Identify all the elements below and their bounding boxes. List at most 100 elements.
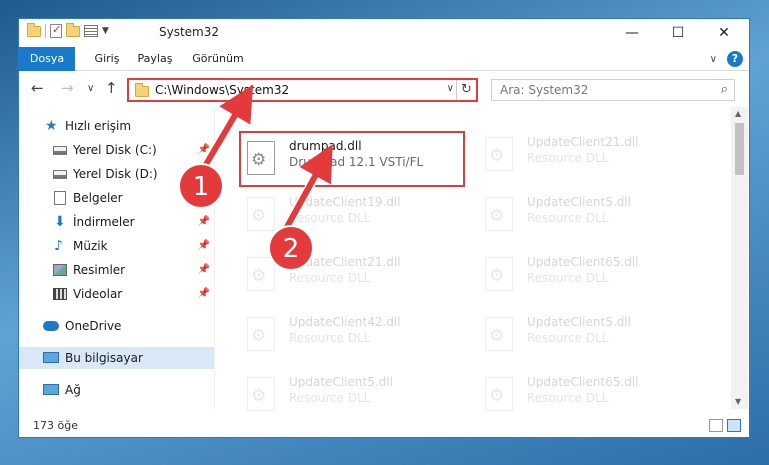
- customize-toolbar-arrow-icon[interactable]: ▼: [102, 26, 109, 36]
- sidebar-item-label: Videolar: [73, 287, 123, 301]
- dll-file-icon: [247, 141, 275, 175]
- minimize-button[interactable]: —: [609, 19, 655, 47]
- maximize-button[interactable]: ☐: [655, 19, 701, 47]
- vertical-scrollbar[interactable]: ▲ ▼: [731, 107, 748, 409]
- close-button[interactable]: ✕: [701, 19, 747, 47]
- tiles-view-icon[interactable]: [727, 419, 741, 432]
- file-item[interactable]: UpdateClient65.dll Resource DLL: [479, 249, 699, 303]
- search-input[interactable]: Ara: System32: [500, 83, 588, 97]
- sidebar-item-label: Hızlı erişim: [65, 119, 132, 133]
- help-icon[interactable]: ?: [727, 51, 743, 67]
- dll-file-icon: [247, 197, 275, 231]
- file-name: UpdateClient19.dll: [289, 195, 401, 209]
- properties-check-icon[interactable]: [50, 23, 62, 38]
- file-description: Resource DLL: [527, 151, 609, 165]
- sidebar-item-label: Müzik: [73, 239, 108, 253]
- dll-file-icon: [485, 137, 513, 171]
- dll-file-icon: [485, 377, 513, 411]
- step-1-badge: 1: [178, 163, 224, 209]
- pane-divider[interactable]: [214, 107, 215, 409]
- sidebar-item-music[interactable]: ♪ Müzik 📌: [19, 235, 214, 257]
- file-name: UpdateClient5.dll: [527, 315, 631, 329]
- sidebar-item-label: Resimler: [73, 263, 126, 277]
- pin-icon[interactable]: 📌: [198, 211, 210, 233]
- cloud-icon: [43, 321, 59, 331]
- file-description: Resource DLL: [527, 391, 609, 405]
- search-icon[interactable]: ⌕: [721, 82, 728, 97]
- details-view-icon[interactable]: [709, 419, 723, 432]
- dll-file-icon: [247, 317, 275, 351]
- music-icon: ♪: [54, 238, 63, 254]
- drive-icon: [53, 170, 67, 179]
- refresh-button[interactable]: ↻: [456, 80, 476, 100]
- item-count: 173 öğe: [33, 419, 78, 432]
- file-description: Drumpad 12.1 VSTi/FL: [289, 155, 424, 169]
- dll-file-icon: [485, 197, 513, 231]
- address-folder-icon: [135, 83, 149, 97]
- step-2-badge: 2: [268, 225, 314, 271]
- tab-file[interactable]: Dosya: [19, 47, 75, 71]
- file-description: Resource DLL: [527, 271, 609, 285]
- window-title: System32: [159, 25, 220, 39]
- sidebar-item-quick-access[interactable]: ★ Hızlı erişim: [19, 115, 214, 137]
- expand-ribbon-chevron-icon[interactable]: ∨: [710, 54, 717, 65]
- file-description: Resource DLL: [289, 211, 371, 225]
- sidebar-item-pictures[interactable]: Resimler 📌: [19, 259, 214, 281]
- dll-file-icon: [247, 377, 275, 411]
- sidebar-item-label: Yerel Disk (D:): [73, 167, 158, 181]
- drive-icon: [53, 146, 67, 155]
- sidebar-item-downloads[interactable]: ⬇ İndirmeler 📌: [19, 211, 214, 233]
- sidebar-item-label: OneDrive: [65, 319, 122, 333]
- file-description: Resource DLL: [289, 391, 371, 405]
- title-bar: ▼ System32 — ☐ ✕: [19, 19, 749, 47]
- scrollbar-thumb[interactable]: [735, 123, 744, 175]
- file-item[interactable]: UpdateClient42.dll Resource DLL: [241, 309, 461, 363]
- address-path[interactable]: C:\Windows\System32: [155, 83, 289, 97]
- forward-button[interactable]: →: [61, 79, 74, 97]
- file-description: Resource DLL: [289, 271, 371, 285]
- sidebar-item-network[interactable]: Ağ: [19, 379, 214, 401]
- back-button[interactable]: ←: [31, 79, 44, 97]
- status-bar: 173 öğe: [19, 415, 749, 437]
- file-name: UpdateClient42.dll: [289, 315, 401, 329]
- tab-view[interactable]: Görünüm: [189, 47, 247, 71]
- sidebar-item-this-pc[interactable]: Bu bilgisayar: [19, 347, 214, 369]
- quick-access-toolbar: ▼: [27, 22, 109, 38]
- up-button[interactable]: ↑: [105, 79, 118, 97]
- file-name: UpdateClient65.dll: [527, 255, 639, 269]
- navigation-pane: ★ Hızlı erişim Yerel Disk (C:) 📌 Yerel D…: [19, 107, 214, 409]
- dll-file-icon: [485, 257, 513, 291]
- folder-icon: [27, 22, 41, 37]
- scroll-up-arrow-icon[interactable]: ▲: [735, 109, 741, 118]
- file-item-drumpad[interactable]: drumpad.dll Drumpad 12.1 VSTi/FL: [239, 131, 465, 187]
- file-item[interactable]: UpdateClient21.dll Resource DLL: [479, 129, 699, 183]
- pictures-icon: [53, 264, 67, 276]
- dll-file-icon: [485, 317, 513, 351]
- file-name: UpdateClient5.dll: [289, 375, 393, 389]
- sidebar-item-videos[interactable]: Videolar 📌: [19, 283, 214, 305]
- file-item[interactable]: UpdateClient5.dll Resource DLL: [479, 189, 699, 243]
- sidebar-item-label: Ağ: [65, 383, 81, 397]
- sidebar-item-onedrive[interactable]: OneDrive: [19, 315, 214, 337]
- navigation-bar: ← → ∨ ↑ C:\Windows\System32 ∨ ↻ Ara: Sys…: [19, 71, 749, 107]
- star-icon: ★: [45, 118, 58, 134]
- file-name: UpdateClient21.dll: [527, 135, 639, 149]
- search-box[interactable]: Ara: System32 ⌕: [491, 79, 735, 101]
- sidebar-item-local-disk-c[interactable]: Yerel Disk (C:) 📌: [19, 139, 214, 161]
- pin-icon[interactable]: 📌: [198, 259, 210, 281]
- recent-locations-button[interactable]: ∨: [87, 83, 94, 94]
- properties-icon[interactable]: [84, 25, 98, 37]
- tab-share[interactable]: Paylaş: [131, 47, 179, 71]
- address-bar[interactable]: C:\Windows\System32 ∨ ↻: [127, 78, 478, 102]
- address-dropdown-icon[interactable]: ∨: [447, 83, 454, 94]
- pin-icon[interactable]: 📌: [198, 139, 210, 161]
- pin-icon[interactable]: 📌: [198, 283, 210, 305]
- scroll-down-arrow-icon[interactable]: ▼: [735, 397, 741, 406]
- tab-home[interactable]: Giriş: [87, 47, 127, 71]
- pin-icon[interactable]: 📌: [198, 235, 210, 257]
- document-icon: [54, 191, 66, 205]
- videos-icon: [53, 288, 67, 300]
- download-icon: ⬇: [54, 214, 66, 230]
- file-item[interactable]: UpdateClient5.dll Resource DLL: [479, 309, 699, 363]
- new-folder-icon[interactable]: [66, 22, 80, 37]
